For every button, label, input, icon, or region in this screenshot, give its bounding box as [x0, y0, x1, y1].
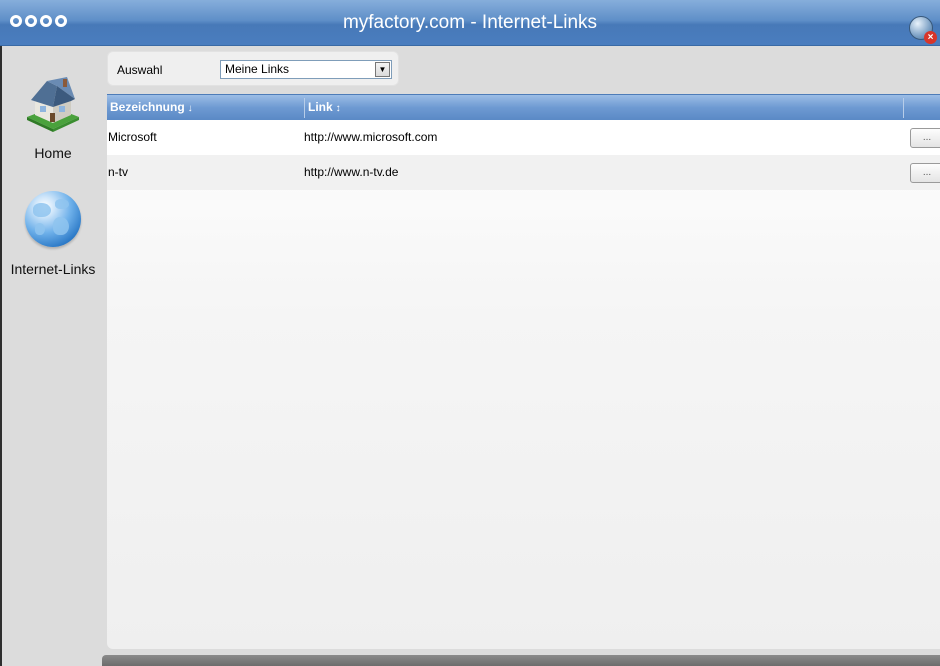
sidebar-item-label: Home: [34, 145, 72, 161]
column-divider: [903, 98, 904, 118]
title-bar: myfactory.com - Internet-Links ×: [0, 0, 940, 46]
globe-close-icon[interactable]: ×: [909, 16, 937, 44]
table-row[interactable]: Microsoft http://www.microsoft.com ...: [107, 120, 940, 155]
house-icon: [23, 73, 83, 133]
column-header-link[interactable]: Link ↕: [305, 95, 903, 120]
sort-desc-icon: ↓: [187, 103, 193, 114]
column-label: Bezeichnung: [110, 100, 185, 114]
status-bar: [102, 655, 940, 666]
sidebar-item-internet-links[interactable]: Internet-Links: [2, 191, 104, 277]
cell-bezeichnung: n-tv: [108, 165, 129, 179]
table-row[interactable]: n-tv http://www.n-tv.de ...: [107, 155, 940, 190]
column-label: Link: [308, 100, 333, 114]
cell-link[interactable]: http://www.n-tv.de: [304, 155, 398, 190]
grid-header: Bezeichnung ↓ Link ↕: [107, 94, 940, 120]
column-header-bezeichnung[interactable]: Bezeichnung ↓: [107, 95, 303, 120]
links-select[interactable]: Meine Links ▼: [220, 60, 392, 79]
filter-bar: Auswahl Meine Links ▼: [107, 51, 399, 86]
row-options-button[interactable]: ...: [910, 163, 940, 183]
cell-link[interactable]: http://www.microsoft.com: [304, 120, 437, 155]
cell-bezeichnung: Microsoft: [108, 130, 157, 144]
row-options-button[interactable]: ...: [910, 128, 940, 148]
window-title: myfactory.com - Internet-Links: [342, 12, 598, 33]
sidebar-item-home[interactable]: Home: [2, 73, 104, 161]
links-select-value: Meine Links: [225, 62, 290, 76]
chevron-down-icon[interactable]: ▼: [375, 62, 390, 77]
filter-label: Auswahl: [117, 63, 163, 77]
sidebar-item-label: Internet-Links: [10, 261, 96, 277]
sidebar: Home Internet-Links: [2, 46, 104, 666]
sort-toggle-icon: ↕: [335, 103, 341, 114]
globe-icon: [25, 191, 81, 247]
